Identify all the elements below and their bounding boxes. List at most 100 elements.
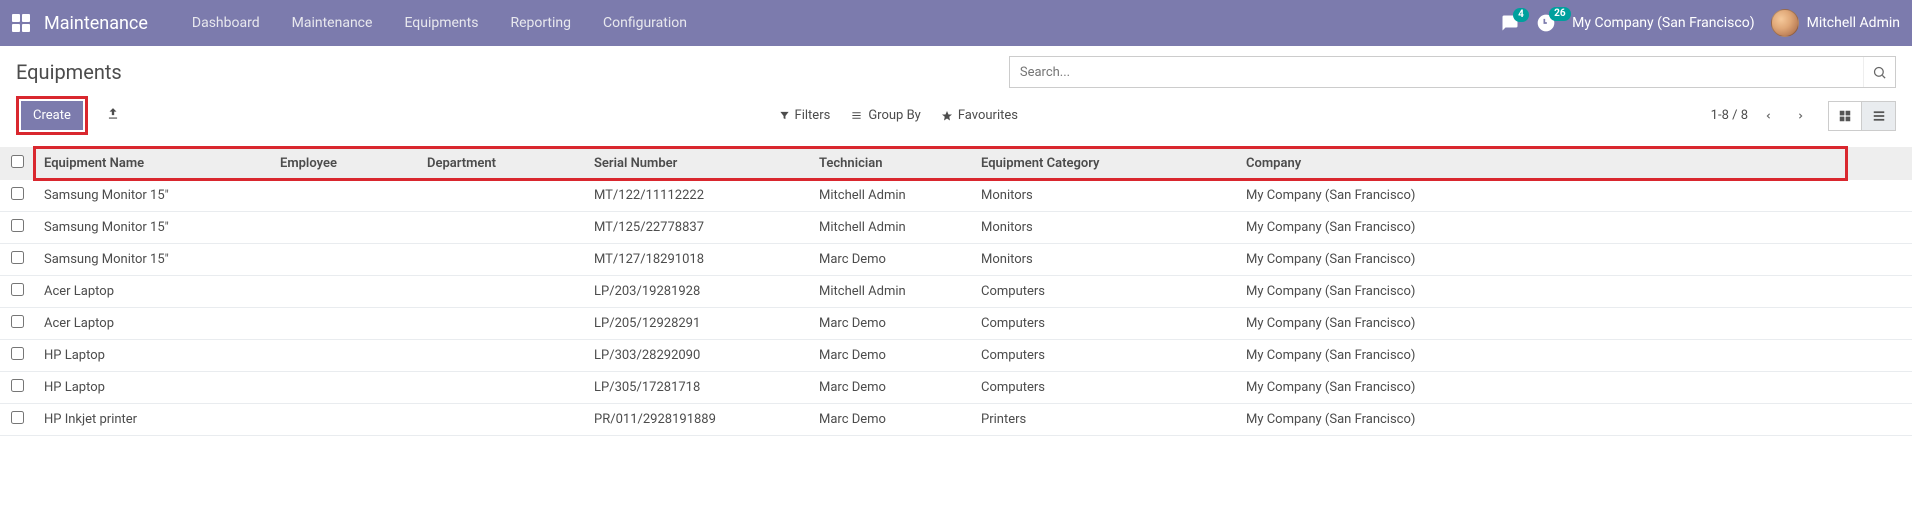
cell-name: HP Laptop: [34, 340, 270, 372]
cell-employee: [270, 340, 417, 372]
cell-company: My Company (San Francisco): [1236, 404, 1847, 436]
favourites-button[interactable]: Favourites: [941, 108, 1018, 123]
col-serial[interactable]: Serial Number: [584, 148, 809, 179]
user-menu[interactable]: Mitchell Admin: [1771, 9, 1900, 37]
row-checkbox[interactable]: [11, 187, 24, 200]
table-row[interactable]: Samsung Monitor 15"MT/125/22778837Mitche…: [0, 212, 1912, 244]
table-row[interactable]: Samsung Monitor 15" MT/122/11112222Mitche…: [0, 180, 1912, 212]
col-technician[interactable]: Technician: [809, 148, 971, 179]
table-row[interactable]: Acer LaptopLP/203/19281928Mitchell Admin…: [0, 276, 1912, 308]
breadcrumb: Equipments: [16, 56, 122, 84]
create-button[interactable]: Create: [21, 101, 83, 130]
list-view-button[interactable]: [1862, 101, 1896, 131]
row-checkbox[interactable]: [11, 379, 24, 392]
cell-company: My Company (San Francisco): [1236, 276, 1847, 308]
menu-dashboard[interactable]: Dashboard: [178, 7, 274, 39]
user-name: Mitchell Admin: [1807, 15, 1900, 31]
table-row[interactable]: Samsung Monitor 15" MT/127/18291018Marc D…: [0, 244, 1912, 276]
cell-company: My Company (San Francisco): [1236, 372, 1847, 404]
cell-name: HP Inkjet printer: [34, 404, 270, 436]
brand-title[interactable]: Maintenance: [44, 13, 148, 34]
cell-department: [417, 244, 584, 276]
pager: 1-8 / 8: [1711, 102, 1812, 130]
cell-serial: LP/203/19281928: [584, 276, 809, 308]
equipment-table: Equipment Name Employee Department Seria…: [0, 147, 1912, 436]
cell-employee: [270, 244, 417, 276]
col-equipment-name[interactable]: Equipment Name: [34, 148, 270, 179]
cell-company: My Company (San Francisco): [1236, 308, 1847, 340]
row-checkbox[interactable]: [11, 251, 24, 264]
cell-category: Monitors: [971, 180, 1236, 212]
menu-reporting[interactable]: Reporting: [496, 7, 585, 39]
col-employee[interactable]: Employee: [270, 148, 417, 179]
cell-company: My Company (San Francisco): [1236, 212, 1847, 244]
navbar: Maintenance Dashboard Maintenance Equipm…: [0, 0, 1912, 46]
cell-name: Samsung Monitor 15": [34, 180, 270, 212]
import-button[interactable]: [100, 103, 126, 129]
main-menu: Dashboard Maintenance Equipments Reporti…: [178, 7, 701, 39]
col-category[interactable]: Equipment Category: [971, 148, 1236, 179]
row-checkbox[interactable]: [11, 347, 24, 360]
cell-employee: [270, 372, 417, 404]
activities-icon[interactable]: 26: [1536, 13, 1556, 33]
systray: 4 26 My Company (San Francisco) Mitchell…: [1500, 9, 1900, 37]
pager-next[interactable]: [1788, 102, 1812, 130]
cell-department: [417, 308, 584, 340]
col-company[interactable]: Company: [1236, 148, 1351, 179]
cell-serial: LP/205/12928291: [584, 308, 809, 340]
table-row[interactable]: Acer LaptopLP/205/12928291Marc DemoCompu…: [0, 308, 1912, 340]
cell-category: Printers: [971, 404, 1236, 436]
cell-serial: PR/011/2928191889: [584, 404, 809, 436]
search-icon[interactable]: [1863, 57, 1895, 87]
cell-employee: [270, 276, 417, 308]
cell-employee: [270, 180, 417, 212]
cell-name: Samsung Monitor 15": [34, 244, 270, 276]
cell-category: Computers: [971, 308, 1236, 340]
create-highlight: Create: [16, 96, 88, 135]
cell-department: [417, 340, 584, 372]
conversations-badge: 4: [1513, 8, 1529, 22]
row-checkbox[interactable]: [11, 411, 24, 424]
pager-prev[interactable]: [1756, 102, 1780, 130]
cell-category: Monitors: [971, 244, 1236, 276]
cell-category: Computers: [971, 276, 1236, 308]
menu-equipments[interactable]: Equipments: [390, 7, 492, 39]
pager-text: 1-8 / 8: [1711, 108, 1748, 123]
table-row[interactable]: HP LaptopLP/303/28292090Marc DemoCompute…: [0, 340, 1912, 372]
cell-employee: [270, 212, 417, 244]
kanban-view-button[interactable]: [1828, 101, 1862, 131]
cell-serial: MT/127/18291018: [584, 244, 809, 276]
cell-serial: MT/122/11112222: [584, 180, 809, 212]
col-department[interactable]: Department: [417, 148, 584, 179]
search-input[interactable]: [1010, 57, 1863, 87]
cell-department: [417, 180, 584, 212]
menu-maintenance[interactable]: Maintenance: [278, 7, 387, 39]
cell-technician: Marc Demo: [809, 244, 971, 276]
conversations-icon[interactable]: 4: [1500, 14, 1520, 32]
cell-technician: Mitchell Admin: [809, 180, 971, 212]
cell-category: Computers: [971, 372, 1236, 404]
row-checkbox[interactable]: [11, 283, 24, 296]
cell-department: [417, 372, 584, 404]
cell-name: Acer Laptop: [34, 308, 270, 340]
avatar: [1771, 9, 1799, 37]
cell-department: [417, 212, 584, 244]
cell-technician: Marc Demo: [809, 372, 971, 404]
groupby-button[interactable]: Group By: [850, 108, 921, 123]
cell-company: My Company (San Francisco): [1236, 180, 1847, 212]
menu-configuration[interactable]: Configuration: [589, 7, 701, 39]
cell-serial: LP/305/17281718: [584, 372, 809, 404]
cell-serial: MT/125/22778837: [584, 212, 809, 244]
table-row[interactable]: HP Inkjet printer PR/011/2928191889Marc D…: [0, 404, 1912, 436]
cell-category: Monitors: [971, 212, 1236, 244]
filters-button[interactable]: Filters: [779, 108, 831, 123]
cell-company: My Company (San Francisco): [1236, 340, 1847, 372]
company-selector[interactable]: My Company (San Francisco): [1572, 15, 1754, 31]
row-checkbox[interactable]: [11, 219, 24, 232]
apps-icon[interactable]: [12, 14, 30, 32]
select-all-checkbox[interactable]: [11, 155, 24, 168]
row-checkbox[interactable]: [11, 315, 24, 328]
search-box: [1009, 56, 1896, 88]
cell-technician: Marc Demo: [809, 404, 971, 436]
table-row[interactable]: HP LaptopLP/305/17281718Marc DemoCompute…: [0, 372, 1912, 404]
